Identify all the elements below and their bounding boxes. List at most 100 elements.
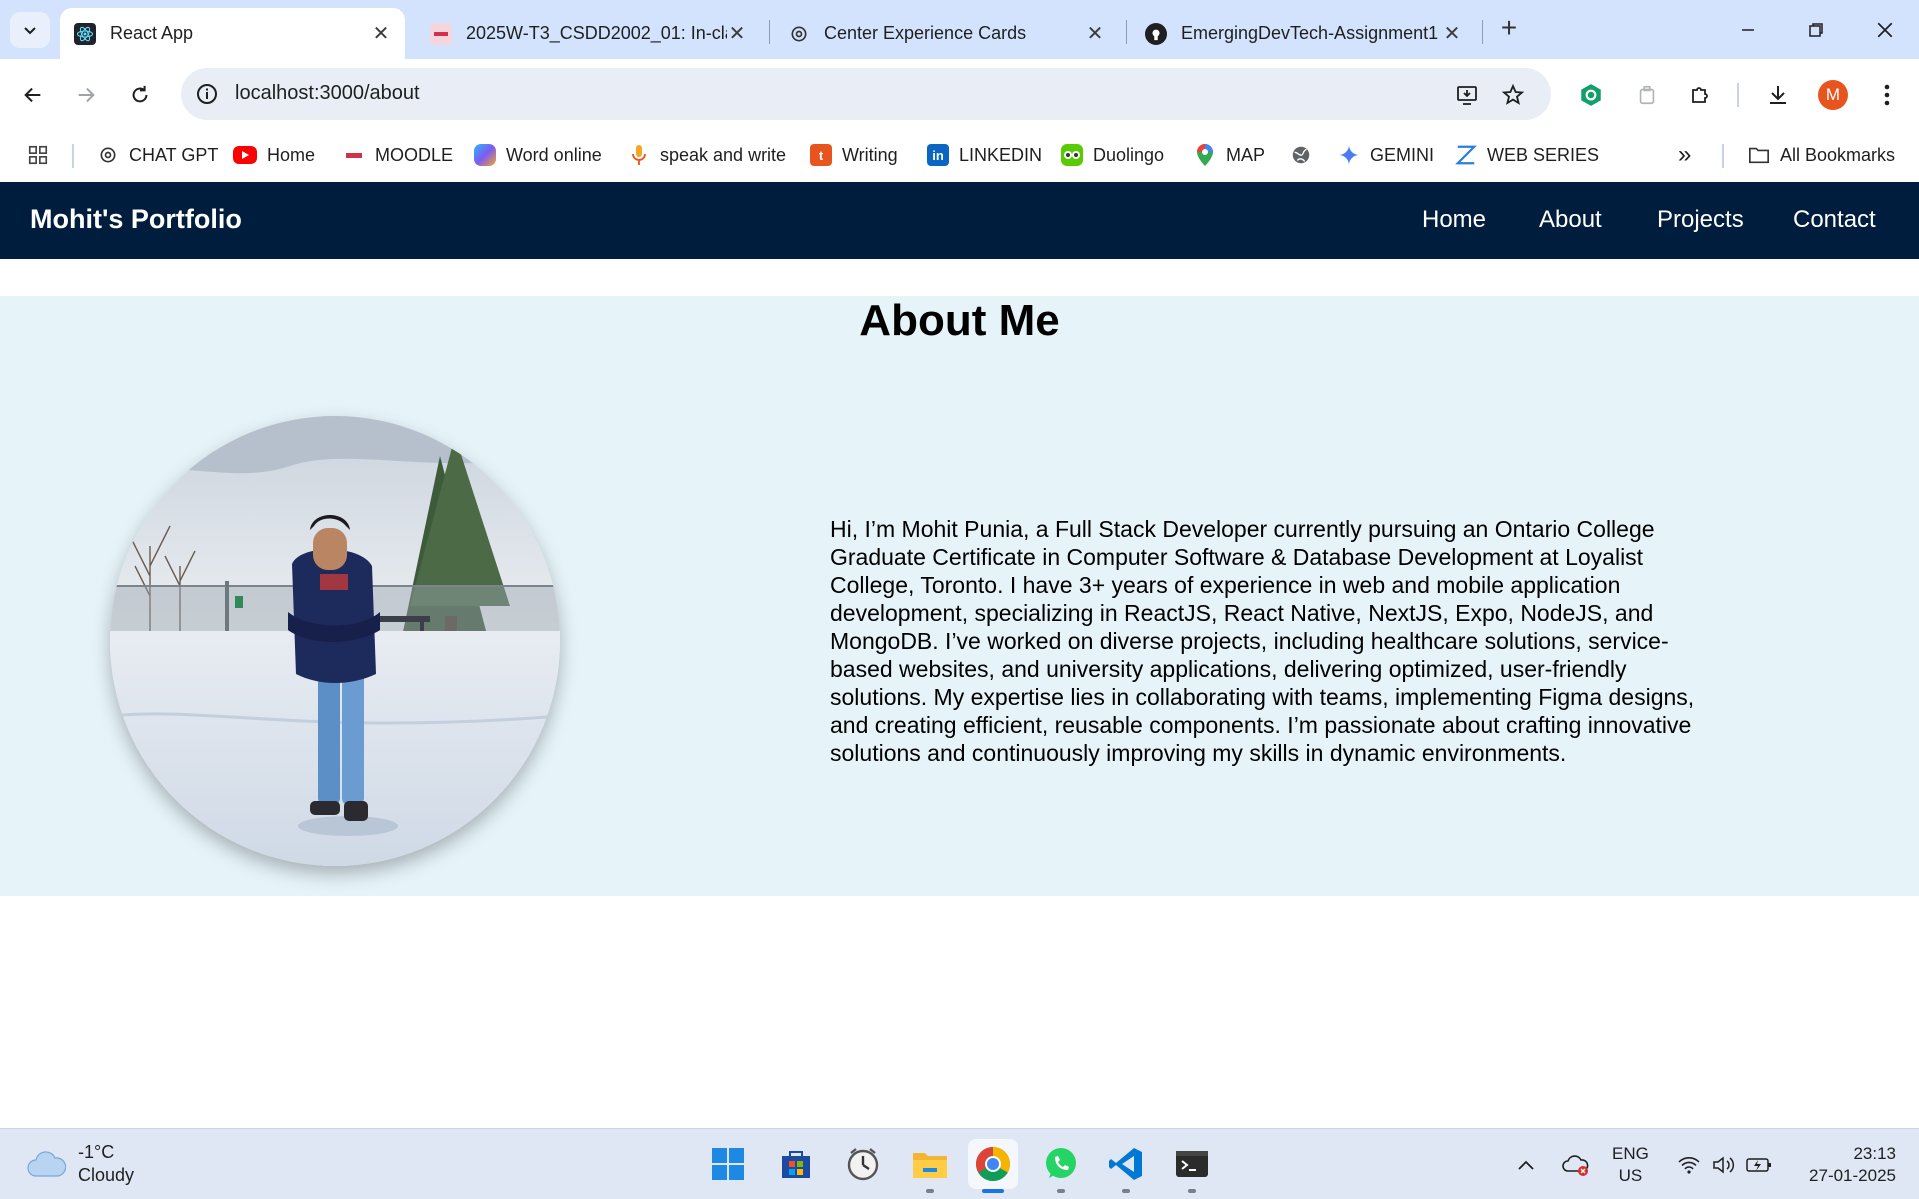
close-icon[interactable]: ✕ [1085,23,1105,45]
all-bookmarks-folder[interactable]: All Bookmarks [1748,138,1895,172]
bookmark-label: Word online [506,144,602,165]
volume-icon[interactable] [1710,1151,1738,1179]
minimize-icon[interactable] [1718,8,1778,52]
apps-grid-icon[interactable] [27,138,49,172]
map-pin-icon [1194,144,1216,166]
duolingo-icon [1061,144,1083,166]
bookmark-star-icon[interactable] [1499,81,1527,109]
new-tab-plus-icon[interactable]: + [1494,14,1524,44]
tab-moodle[interactable]: 2025W-T3_CSDD2002_01: In-cla ✕ [416,8,761,59]
input-language-indicator[interactable]: ENG US [1612,1143,1649,1187]
bookmarks-bar: CHAT GPT Home MOODLE Word online speak a… [0,130,1919,182]
restore-icon[interactable] [1786,8,1846,52]
extension-gray-icon[interactable] [1627,75,1667,115]
address-bar[interactable]: localhost:3000/about [181,68,1551,120]
weather-temperature: -1°C [78,1142,115,1162]
clock-time: 23:13 [1853,1144,1896,1163]
toolbar-divider [1737,83,1739,107]
show-hidden-icons-chevron-icon[interactable] [1512,1151,1540,1179]
more-menu-icon[interactable] [1867,75,1907,115]
bookmark-writing[interactable]: t Writing [810,138,898,172]
bookmark-label: MAP [1226,144,1266,165]
extension-green-icon[interactable] [1571,75,1611,115]
onedrive-error-icon[interactable] [1562,1151,1590,1179]
bookmark-home[interactable]: Home [233,138,315,172]
forward-arrow-icon[interactable] [66,75,106,115]
bookmark-label: GEMINI [1370,144,1435,165]
browser-toolbar: localhost:3000/about M [0,59,1919,130]
download-icon[interactable] [1758,75,1798,115]
install-app-icon[interactable] [1453,81,1481,109]
about-section: About Me Hi, I’m Mohit Punia, a Full Sta… [0,296,1919,896]
weather-widget[interactable]: -1°C Cloudy [26,1141,134,1187]
globe-icon [1290,144,1312,166]
tab-separator [1126,20,1127,44]
github-icon [1145,22,1167,45]
tab-center-experience-cards[interactable]: Center Experience Cards ✕ [774,8,1119,59]
close-icon[interactable]: ✕ [727,23,747,45]
tab-github-repo[interactable]: EmergingDevTech-Assignment1 ✕ [1131,8,1476,59]
close-window-icon[interactable] [1855,8,1915,52]
chatgpt-icon [788,23,810,45]
wifi-icon[interactable] [1675,1151,1703,1179]
chevron-down-icon [24,27,36,35]
nav-link-about[interactable]: About [1539,206,1602,234]
page-title: About Me [859,296,1060,345]
bookmark-gemini[interactable]: GEMINI [1338,138,1434,172]
bookmark-globe[interactable] [1290,138,1322,172]
microphone-icon [628,144,650,166]
profile-avatar[interactable]: M [1813,75,1853,115]
bookmark-linkedin[interactable]: in LINKEDIN [927,138,1042,172]
moodle-icon [343,144,365,166]
bookmark-map[interactable]: MAP [1194,138,1265,172]
bookmark-web-series[interactable]: WEB SERIES [1455,138,1599,172]
gemini-icon [1338,144,1360,166]
bookmark-word-online[interactable]: Word online [474,138,602,172]
battery-charging-icon[interactable] [1745,1151,1773,1179]
profile-photo [110,416,560,866]
microsoft-store-icon[interactable] [771,1139,821,1189]
vscode-icon[interactable] [1101,1139,1151,1193]
terminal-icon[interactable] [1167,1139,1217,1193]
windows-taskbar: -1°C Cloudy ENG US 23:13 27-01-2025 [0,1128,1919,1199]
tab-separator [769,20,770,44]
nav-link-projects[interactable]: Projects [1657,206,1744,234]
file-explorer-icon[interactable] [905,1139,955,1193]
bookmark-label: WEB SERIES [1487,144,1600,165]
tab-react-app[interactable]: React App ✕ [60,8,405,59]
bookmarks-divider [72,144,74,168]
more-bookmarks-chevron-icon[interactable]: » [1678,138,1691,172]
bookmark-label: speak and write [660,144,787,165]
nav-link-home[interactable]: Home [1422,206,1486,234]
whatsapp-icon[interactable] [1036,1139,1086,1193]
tab-title: EmergingDevTech-Assignment1 [1181,23,1439,43]
bookmark-duolingo[interactable]: Duolingo [1061,138,1164,172]
all-bookmarks-label: All Bookmarks [1780,144,1896,165]
url-text[interactable]: localhost:3000/about [235,82,420,105]
reload-icon[interactable] [120,75,160,115]
back-arrow-icon[interactable] [13,75,53,115]
site-info-icon[interactable] [195,82,219,106]
system-clock[interactable]: 23:13 27-01-2025 [1796,1143,1896,1187]
react-icon [74,22,96,45]
bookmark-chatgpt[interactable]: CHAT GPT [97,138,218,172]
about-bio-text: Hi, I’m Mohit Punia, a Full Stack Develo… [830,516,1695,766]
nav-link-contact[interactable]: Contact [1793,206,1876,234]
close-icon[interactable]: ✕ [371,23,391,45]
bookmark-label: MOODLE [375,144,454,165]
bookmark-label: LINKEDIN [959,144,1043,165]
extensions-puzzle-icon[interactable] [1680,75,1720,115]
tab-search-button[interactable] [10,12,50,48]
active-indicator [982,1189,1004,1193]
chrome-icon[interactable] [968,1139,1018,1193]
tab-strip: React App ✕ 2025W-T3_CSDD2002_01: In-cla… [0,0,1919,59]
bookmark-label: Home [267,144,316,165]
bookmark-speak-and-write[interactable]: speak and write [628,138,786,172]
site-brand[interactable]: Mohit's Portfolio [30,204,242,235]
clock-app-icon[interactable] [838,1139,888,1189]
chatgpt-icon [97,144,119,166]
windows-start-icon[interactable] [703,1139,753,1189]
close-icon[interactable]: ✕ [1442,23,1462,45]
running-indicator [926,1189,934,1193]
bookmark-moodle[interactable]: MOODLE [343,138,453,172]
